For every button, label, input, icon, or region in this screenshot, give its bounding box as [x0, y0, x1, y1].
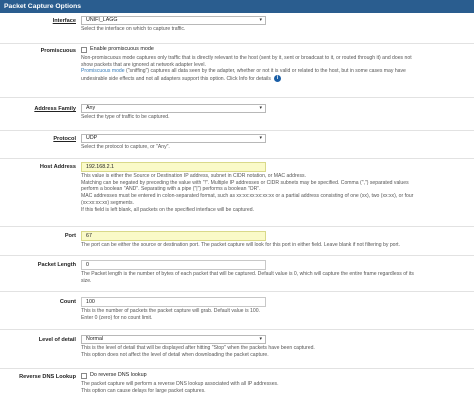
level-of-detail-help: This is the level of detail that will be…: [81, 345, 315, 358]
protocol-select[interactable]: UDP ▾: [81, 134, 266, 143]
chevron-down-icon: ▾: [259, 336, 262, 342]
reverse-dns-checkbox[interactable]: Do reverse DNS lookup: [81, 372, 469, 380]
count-help: This is the number of packets the packet…: [81, 308, 260, 321]
promiscuous-help: Non-promiscuous mode captures only traff…: [81, 55, 412, 83]
chevron-down-icon: ▾: [259, 135, 262, 141]
interface-help: Select the interface on which to capture…: [81, 26, 186, 32]
packet-length-row: Packet Length 0 The Packet length is the…: [0, 256, 474, 292]
checkbox-box[interactable]: [81, 373, 87, 379]
packet-length-input[interactable]: 0: [81, 260, 266, 270]
reverse-dns-row: Reverse DNS Lookup Do reverse DNS lookup…: [0, 369, 474, 402]
reverse-dns-label: Reverse DNS Lookup: [19, 374, 76, 380]
host-address-help: This value is either the Source or Desti…: [81, 173, 414, 213]
host-address-input[interactable]: 192.168.2.1: [81, 162, 266, 172]
interface-row: Interface UNIFI_LAGG ▾ Select the interfa…: [0, 13, 474, 44]
port-input[interactable]: 67: [81, 231, 266, 241]
level-of-detail-select[interactable]: Normal ▾: [81, 335, 266, 344]
checkbox-box[interactable]: [81, 47, 87, 53]
promiscuous-row: Promiscuous Enable promiscuous mode Non-…: [0, 44, 474, 98]
protocol-row: Protocol UDP ▾ Select the protocol to cap…: [0, 131, 474, 159]
port-row: Port 67 The port can be either the sourc…: [0, 227, 474, 256]
chevron-down-icon: ▾: [259, 17, 262, 23]
promiscuous-mode-link[interactable]: Promiscuous mode: [81, 68, 125, 74]
promiscuous-checkbox[interactable]: Enable promiscuous mode: [81, 46, 469, 54]
level-of-detail-label: Level of detail: [38, 337, 76, 343]
count-row: Count 100 This is the number of packets …: [0, 292, 474, 330]
promiscuous-label: Promiscuous: [40, 48, 76, 54]
port-help: The port can be either the source or des…: [81, 242, 401, 248]
promiscuous-checkbox-label: Enable promiscuous mode: [90, 46, 154, 53]
packet-length-help: The Packet length is the number of bytes…: [81, 271, 414, 284]
count-input[interactable]: 100: [81, 297, 266, 307]
host-address-label: Host Address: [39, 164, 76, 170]
info-icon[interactable]: i: [273, 75, 281, 83]
interface-label: Interface: [52, 18, 76, 24]
host-address-row: Host Address 192.168.2.1 This value is e…: [0, 159, 474, 227]
address-family-label: Address Family: [34, 106, 76, 112]
packet-length-label: Packet Length: [37, 262, 76, 268]
panel-title: Packet Capture Options: [0, 0, 474, 13]
address-family-row: Address Family Any ▾ Select the type of t…: [0, 98, 474, 131]
reverse-dns-help: The packet capture will perform a revers…: [81, 381, 279, 394]
address-family-help: Select the type of traffic to be capture…: [81, 114, 170, 120]
reverse-dns-checkbox-label: Do reverse DNS lookup: [90, 372, 147, 379]
chevron-down-icon: ▾: [259, 105, 262, 111]
address-family-select[interactable]: Any ▾: [81, 104, 266, 113]
interface-select[interactable]: UNIFI_LAGG ▾: [81, 16, 266, 25]
protocol-help: Select the protocol to capture, or "Any"…: [81, 144, 170, 150]
level-of-detail-row: Level of detail Normal ▾ This is the leve…: [0, 330, 474, 369]
count-label: Count: [59, 299, 76, 305]
port-label: Port: [64, 233, 76, 239]
protocol-label: Protocol: [53, 136, 76, 142]
